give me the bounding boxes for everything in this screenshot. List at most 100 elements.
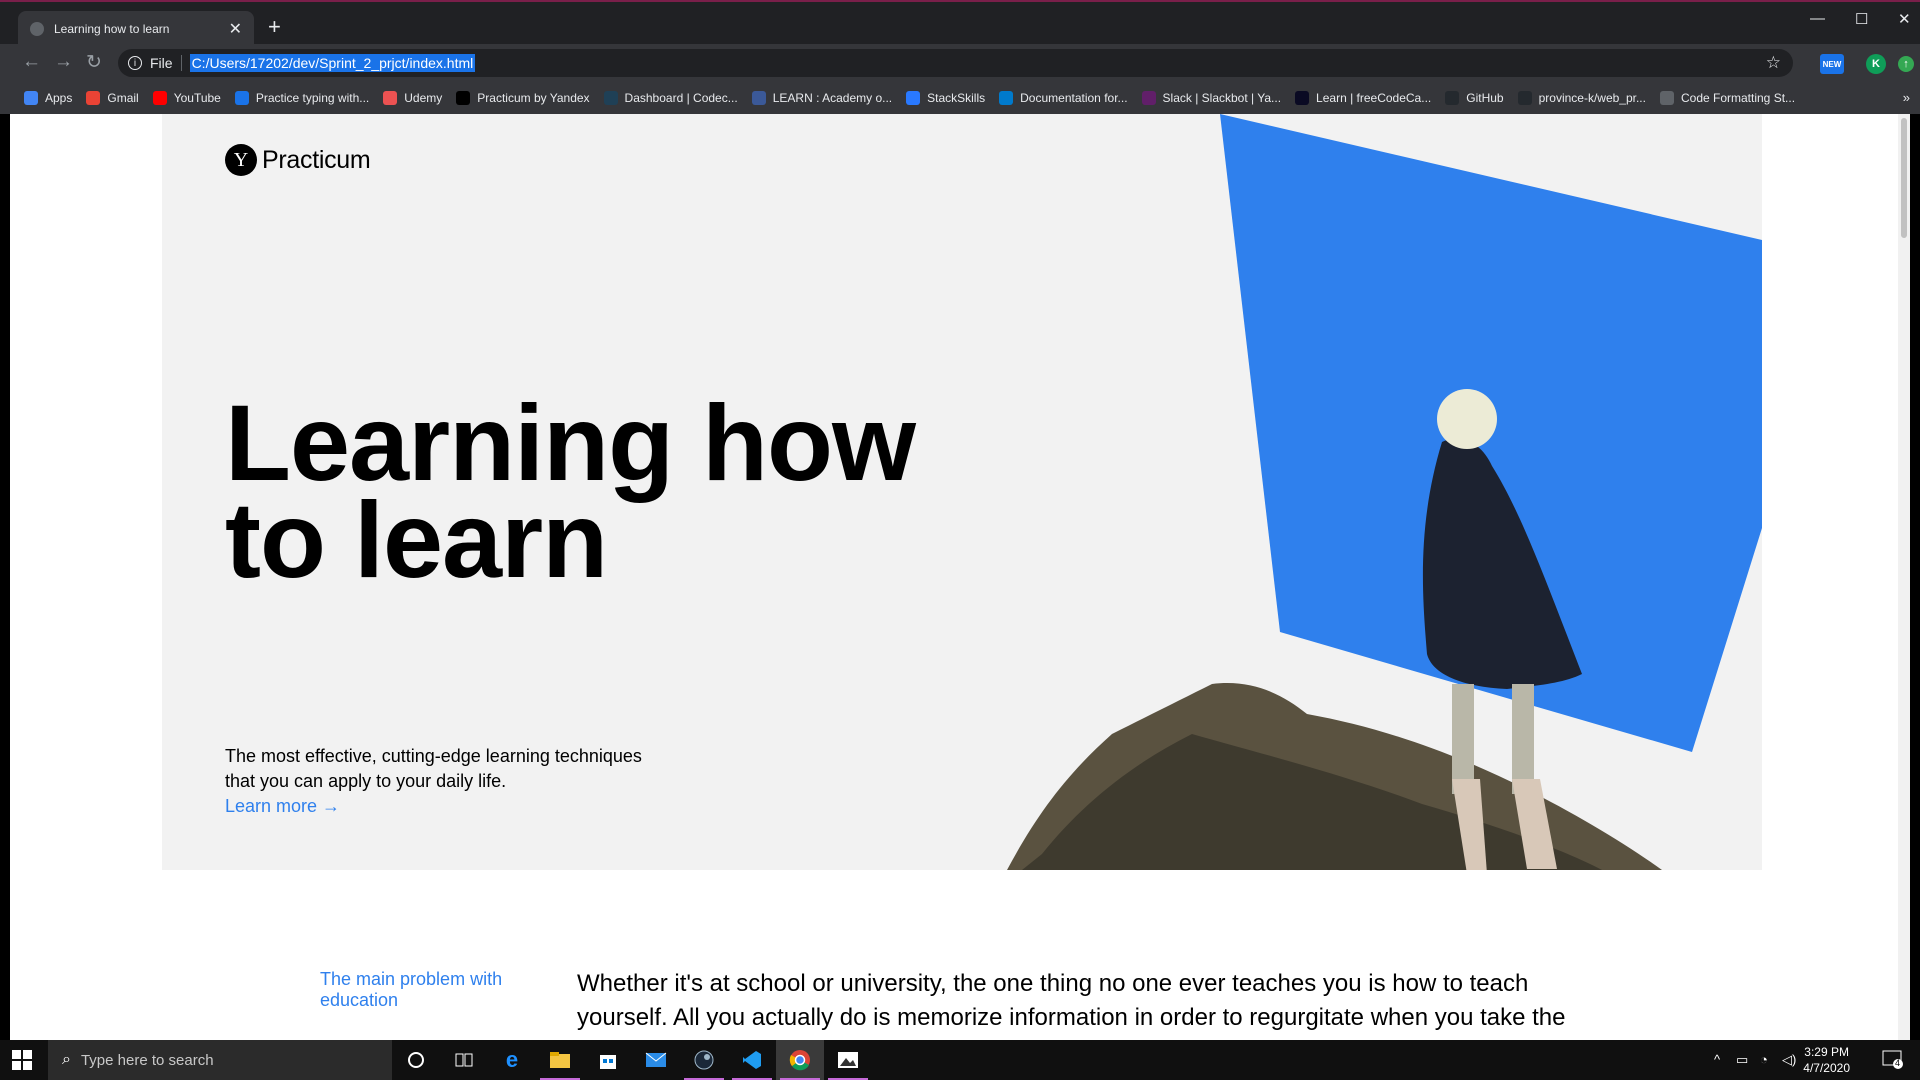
forward-icon[interactable]: → <box>54 51 73 73</box>
bookmark-5[interactable]: Practicum by Yandex <box>456 91 590 105</box>
learn-more-link[interactable]: Learn more → <box>225 796 340 817</box>
logo-text: Practicum <box>262 145 371 174</box>
figure-leg-left <box>1452 684 1474 794</box>
url-scheme: File <box>150 55 173 71</box>
clock-time: 3:29 PM <box>1804 1045 1849 1059</box>
vscode-icon <box>999 91 1014 105</box>
bookmark-8[interactable]: StackSkills <box>906 91 985 105</box>
address-bar[interactable]: i File C:/Users/17202/dev/Sprint_2_prjct… <box>118 49 1793 77</box>
store-icon[interactable] <box>584 1040 632 1080</box>
browser-titlebar: Learning how to learn ✕ + — ☐ ✕ <box>0 0 1920 46</box>
info-icon[interactable]: i <box>128 56 142 70</box>
tab-close-icon[interactable]: ✕ <box>229 19 242 39</box>
bookmark-10[interactable]: Slack | Slackbot | Ya... <box>1141 91 1281 105</box>
bookmark-label: province-k/web_pr... <box>1538 91 1646 105</box>
taskbar-clock[interactable]: 3:29 PM 4/7/2020 <box>1803 1044 1850 1076</box>
close-window-icon[interactable]: ✕ <box>1898 10 1911 28</box>
bookmark-label: YouTube <box>173 91 221 105</box>
typing-icon <box>234 91 249 105</box>
bookmark-2[interactable]: YouTube <box>152 91 221 105</box>
bookmark-14[interactable]: Code Formatting St... <box>1659 91 1796 105</box>
search-icon: ⌕ <box>62 1051 71 1068</box>
bookmark-label: GitHub <box>1466 91 1504 105</box>
bookmark-label: Practicum by Yandex <box>477 91 590 105</box>
hero-title-line2: to learn <box>225 479 608 601</box>
bookmark-3[interactable]: Practice typing with... <box>234 91 370 105</box>
bookmark-11[interactable]: Learn | freeCodeCa... <box>1295 91 1431 105</box>
udemy-icon <box>383 91 398 105</box>
minimize-icon[interactable]: — <box>1810 10 1825 27</box>
stackskills-icon <box>906 91 921 105</box>
show-hidden-icons-icon[interactable]: ^ <box>1714 1052 1720 1067</box>
photos-icon[interactable] <box>824 1040 872 1080</box>
page-scrollbar[interactable] <box>1898 114 1910 1040</box>
chrome-icon[interactable] <box>776 1040 824 1080</box>
back-icon[interactable]: ← <box>22 51 41 73</box>
bookmark-label: Documentation for... <box>1020 91 1128 105</box>
practicum-logo[interactable]: Y Practicum <box>225 144 371 176</box>
hero-section: Y Practicum Learning how to learn The mo… <box>162 114 1762 870</box>
bookmark-9[interactable]: Documentation for... <box>999 91 1128 105</box>
figure-leg-right <box>1512 684 1534 794</box>
bookmark-star-icon[interactable]: ☆ <box>1766 53 1781 73</box>
clock-date: 4/7/2020 <box>1803 1061 1850 1075</box>
section-text: Whether it's at school or university, th… <box>577 970 1566 1031</box>
notification-count: 4 <box>1895 1058 1901 1068</box>
bookmark-0[interactable]: Apps <box>24 91 72 105</box>
mail-icon[interactable] <box>632 1040 680 1080</box>
windows-taskbar: ⌕ Type here to search e ^ ▭ ◔ ◁) 3:29 PM… <box>0 1040 1920 1080</box>
bookmark-12[interactable]: GitHub <box>1445 91 1504 105</box>
bookmark-label: LEARN : Academy o... <box>772 91 893 105</box>
url-text[interactable]: C:/Users/17202/dev/Sprint_2_prjct/index.… <box>189 54 476 72</box>
maximize-icon[interactable]: ☐ <box>1855 10 1868 28</box>
steam-icon[interactable] <box>680 1040 728 1080</box>
yandex-logo-icon: Y <box>225 144 257 176</box>
bookmarks-overflow-icon[interactable]: » <box>1903 90 1910 105</box>
hero-subtitle: The most effective, cutting-edge learnin… <box>225 746 642 791</box>
profile-avatar[interactable]: K <box>1866 54 1886 74</box>
action-center-icon[interactable]: 4 <box>1882 1050 1904 1075</box>
taskbar-search[interactable]: ⌕ Type here to search <box>48 1040 392 1080</box>
vscode-icon[interactable] <box>728 1040 776 1080</box>
bookmark-label: Dashboard | Codec... <box>624 91 738 105</box>
volume-icon[interactable]: ◁) <box>1782 1052 1796 1068</box>
page-viewport: Y Practicum Learning how to learn The mo… <box>10 114 1910 1040</box>
hero-title: Learning how to learn <box>225 389 1025 594</box>
figure-hair <box>1437 389 1497 449</box>
codecademy-icon <box>603 91 618 105</box>
section-label: The main problem with education <box>320 969 503 1010</box>
reload-icon[interactable]: ↻ <box>86 51 102 74</box>
task-view-icon[interactable] <box>440 1040 488 1080</box>
bookmark-label: Udemy <box>404 91 443 105</box>
update-icon[interactable]: ↑ <box>1898 56 1914 72</box>
network-icon[interactable]: ◔ <box>1760 1052 1768 1067</box>
scrollbar-thumb[interactable] <box>1901 118 1907 238</box>
bookmark-13[interactable]: province-k/web_pr... <box>1517 91 1646 105</box>
omnibox-divider <box>180 55 182 71</box>
bookmark-1[interactable]: Gmail <box>86 91 139 105</box>
globe-icon <box>1659 91 1674 105</box>
file-explorer-icon[interactable] <box>536 1040 584 1080</box>
practicum-icon <box>456 91 471 105</box>
apps-grid-icon <box>24 91 38 105</box>
new-extension-icon[interactable]: NEW <box>1820 54 1844 74</box>
bookmark-4[interactable]: Udemy <box>383 91 442 105</box>
youtube-icon <box>152 91 167 105</box>
bookmark-6[interactable]: Dashboard | Codec... <box>603 91 738 105</box>
bookmark-label: Apps <box>45 91 73 105</box>
search-placeholder: Type here to search <box>80 1051 214 1069</box>
github-icon <box>1445 91 1460 105</box>
freecodecamp-icon <box>1295 91 1310 105</box>
tab-favicon-icon <box>30 21 44 36</box>
battery-icon[interactable]: ▭ <box>1736 1052 1748 1068</box>
bookmark-label: Learn | freeCodeCa... <box>1316 91 1432 105</box>
windows-start-icon[interactable] <box>12 1050 32 1070</box>
edge-icon[interactable]: e <box>488 1040 536 1080</box>
bookmark-label: Practice typing with... <box>255 91 370 105</box>
bookmark-label: StackSkills <box>927 91 986 105</box>
new-tab-icon[interactable]: + <box>268 14 281 40</box>
bookmark-label: Code Formatting St... <box>1680 91 1796 105</box>
browser-tab[interactable]: Learning how to learn ✕ <box>18 11 254 46</box>
cortana-icon[interactable] <box>392 1040 440 1080</box>
bookmark-7[interactable]: LEARN : Academy o... <box>751 91 893 105</box>
